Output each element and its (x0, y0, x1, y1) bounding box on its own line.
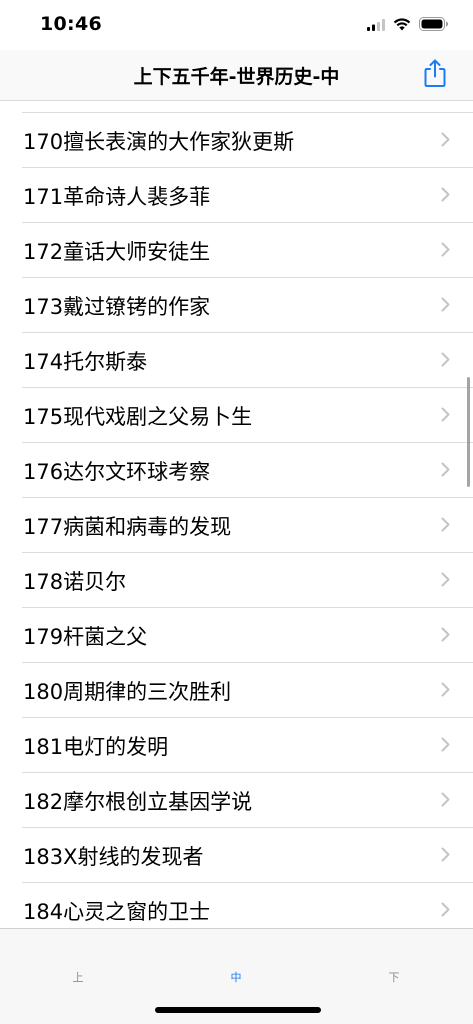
screen: 10:46 上下五千年-世界历史-中 170擅长表演的大作家狄更斯 171革命诗… (0, 0, 473, 1024)
list-item-label: 180周期律的三次胜利 (23, 680, 232, 704)
tab-xia[interactable]: 下 (364, 969, 424, 985)
chevron-right-icon (441, 627, 450, 642)
chevron-right-icon (441, 462, 450, 477)
list-item-label: 170擅长表演的大作家狄更斯 (23, 130, 295, 154)
chevron-right-icon (441, 517, 450, 532)
list-item[interactable]: 184心灵之窗的卫士 (22, 883, 473, 928)
chevron-right-icon (441, 737, 450, 752)
chevron-right-icon (441, 682, 450, 697)
chevron-right-icon (441, 297, 450, 312)
list-item-label: 179杆菌之父 (23, 625, 148, 649)
list-item-label: 173戴过镣铐的作家 (23, 295, 211, 319)
chapter-list[interactable]: 170擅长表演的大作家狄更斯 171革命诗人裴多菲 172童话大师安徒生 173戴过镣… (0, 101, 473, 928)
chapter-list-inner: 170擅长表演的大作家狄更斯 171革命诗人裴多菲 172童话大师安徒生 173戴过镣… (0, 113, 473, 928)
list-item-label: 181电灯的发明 (23, 735, 169, 759)
battery-icon (419, 16, 449, 35)
chevron-right-icon (441, 407, 450, 422)
status-time: 10:46 (40, 13, 102, 35)
navigation-bar: 上下五千年-世界历史-中 (0, 50, 473, 101)
list-item-label: 184心灵之窗的卫士 (23, 900, 211, 924)
list-item-label: 171革命诗人裴多菲 (23, 185, 211, 209)
status-bar: 10:46 (0, 0, 473, 50)
scrollbar[interactable] (467, 377, 470, 487)
share-button[interactable] (421, 58, 449, 92)
list-item[interactable]: 172童话大师安徒生 (22, 223, 473, 278)
list-item[interactable]: 183X射线的发现者 (22, 828, 473, 883)
chevron-right-icon (441, 352, 450, 367)
chevron-right-icon (441, 572, 450, 587)
list-item[interactable]: 177病菌和病毒的发现 (22, 498, 473, 553)
list-item-label: 177病菌和病毒的发现 (23, 515, 232, 539)
wifi-icon (393, 16, 411, 35)
list-item-label: 182摩尔根创立基因学说 (23, 790, 253, 814)
share-icon (423, 58, 447, 92)
list-item[interactable]: 173戴过镣铐的作家 (22, 278, 473, 333)
chevron-right-icon (441, 187, 450, 202)
chevron-right-icon (441, 242, 450, 257)
status-icons (367, 16, 449, 35)
list-item-label: 175现代戏剧之父易卜生 (23, 405, 253, 429)
list-item-label: 176达尔文环球考察 (23, 460, 211, 484)
chevron-right-icon (441, 792, 450, 807)
chevron-right-icon (441, 902, 450, 917)
list-item-label: 172童话大师安徒生 (23, 240, 211, 264)
list-item[interactable]: 178诺贝尔 (22, 553, 473, 608)
list-item[interactable]: 179杆菌之父 (22, 608, 473, 663)
chevron-right-icon (441, 847, 450, 862)
tab-shang[interactable]: 上 (48, 969, 108, 985)
list-item-label: 183X射线的发现者 (23, 845, 204, 869)
page-title: 上下五千年-世界历史-中 (133, 66, 340, 88)
list-item[interactable]: 171革命诗人裴多菲 (22, 168, 473, 223)
list-item-label: 174托尔斯泰 (23, 350, 148, 374)
list-item[interactable]: 180周期律的三次胜利 (22, 663, 473, 718)
list-item[interactable]: 181电灯的发明 (22, 718, 473, 773)
home-indicator (155, 1007, 321, 1013)
tab-zhong[interactable]: 中 (206, 969, 266, 985)
list-item[interactable]: 175现代戏剧之父易卜生 (22, 388, 473, 443)
list-item-label: 178诺贝尔 (23, 570, 127, 594)
list-item[interactable]: 176达尔文环球考察 (22, 443, 473, 498)
list-item[interactable]: 174托尔斯泰 (22, 333, 473, 388)
list-item[interactable]: 182摩尔根创立基因学说 (22, 773, 473, 828)
chevron-right-icon (441, 132, 450, 147)
list-item[interactable]: 170擅长表演的大作家狄更斯 (22, 113, 473, 168)
signal-icon (367, 16, 385, 35)
